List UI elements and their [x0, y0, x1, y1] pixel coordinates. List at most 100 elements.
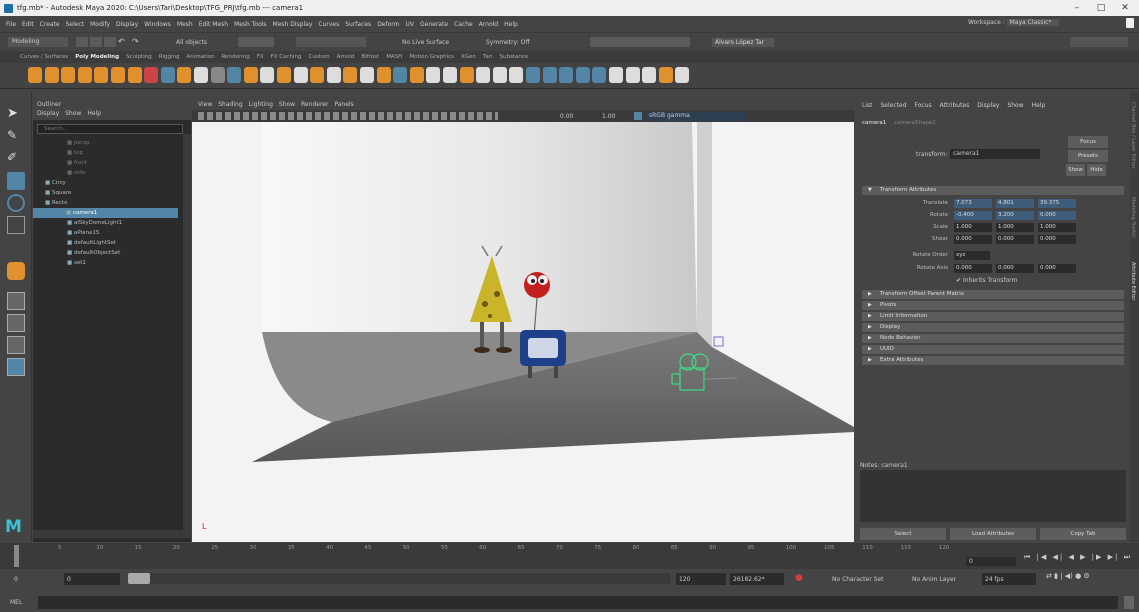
current-frame-marker[interactable]	[14, 545, 19, 567]
section-display[interactable]: Display	[862, 323, 1124, 332]
outliner-item[interactable]: ■ Circy	[45, 178, 66, 188]
menu-display[interactable]: Display	[116, 21, 138, 28]
focus-button[interactable]: Focus	[1068, 136, 1108, 148]
maximize-icon[interactable]: □	[1089, 0, 1113, 16]
shelf-tool-icon[interactable]	[277, 67, 291, 83]
transform-name-field[interactable]: camera1	[950, 149, 1040, 159]
select-by-component-icons[interactable]	[238, 37, 274, 47]
lock-icon[interactable]	[1126, 18, 1134, 28]
shelf-tab-rigging[interactable]: Rigging	[159, 54, 180, 60]
shelf-tab-motion-graphics[interactable]: Motion Graphics	[409, 54, 454, 60]
shelf-tool-icon[interactable]	[360, 67, 374, 83]
copy-tab-button[interactable]: Copy Tab	[1040, 528, 1126, 540]
shelf-tool-icon[interactable]	[144, 67, 159, 83]
four-view-icon[interactable]	[7, 314, 25, 332]
outliner-item[interactable]: ■ defaultObjectSet	[45, 248, 120, 258]
menu-uv[interactable]: UV	[406, 21, 415, 28]
transform-attributes-section[interactable]: Transform Attributes	[862, 186, 1124, 195]
shelf-tool-icon[interactable]	[94, 67, 109, 83]
outliner-scrollbar[interactable]	[183, 134, 191, 538]
selection-mask[interactable]: All objects	[176, 39, 207, 46]
workspace-selector[interactable]: Workspace : Maya Classic*	[968, 19, 1060, 26]
shear-z-field[interactable]: 0.000	[1038, 235, 1076, 244]
shelf-tab-custom[interactable]: Custom	[309, 54, 330, 60]
tab-attribute-editor[interactable]: Attribute Editor	[1130, 262, 1136, 300]
shelf-tool-icon[interactable]	[376, 67, 391, 83]
last-tool-icon[interactable]	[7, 262, 25, 280]
translate-z-field[interactable]: 39.375	[1038, 199, 1076, 208]
panel-menu-shading[interactable]: Shading	[218, 101, 242, 108]
mode-dropdown[interactable]: Modeling	[8, 37, 68, 47]
shelf-tool-icon[interactable]	[658, 67, 673, 83]
user-account[interactable]: Álvaro López Tar	[712, 38, 775, 47]
shelf-tab-arnold[interactable]: Arnold	[337, 54, 355, 60]
translate-y-field[interactable]: 4.801	[996, 199, 1034, 208]
rotate-z-field[interactable]: 0.000	[1038, 211, 1076, 220]
open-scene-icon[interactable]	[90, 37, 102, 47]
attr-menu-focus[interactable]: Focus	[915, 102, 932, 109]
playback-option-icons[interactable]: ⇄ ▮ | ◀) ● ⚙	[1046, 572, 1132, 584]
attr-menu-display[interactable]: Display	[977, 102, 999, 109]
rotate-axis-z-field[interactable]: 0.000	[1038, 264, 1076, 273]
fps-dropdown[interactable]: 24 fps	[982, 573, 1036, 585]
menu-deform[interactable]: Deform	[377, 21, 399, 28]
shelf-tool-icon[interactable]	[77, 67, 92, 83]
shelf-tab-mash[interactable]: MASH	[386, 54, 402, 60]
section-extra-attributes[interactable]: Extra Attributes	[862, 356, 1124, 365]
shelf-tool-icon[interactable]	[642, 67, 657, 83]
move-tool-icon[interactable]	[7, 172, 25, 190]
outliner-item[interactable]: ■ front	[45, 158, 87, 168]
menu-create[interactable]: Create	[40, 21, 60, 28]
outliner-item[interactable]: ■ defaultLightSet	[45, 238, 116, 248]
shelf-tool-icon[interactable]	[127, 67, 142, 83]
outliner-menu-help[interactable]: Help	[87, 109, 101, 118]
section-transform-offset-parent-matrix[interactable]: Transform Offset Parent Matrix	[862, 290, 1124, 299]
render-icons[interactable]	[590, 37, 690, 47]
range-bar[interactable]	[150, 573, 670, 584]
presets-button[interactable]: Presets	[1068, 150, 1108, 162]
menu-mesh[interactable]: Mesh	[177, 21, 193, 28]
outliner-item[interactable]: ■ top	[45, 148, 83, 158]
rotate-x-field[interactable]: -0.400	[954, 211, 992, 220]
persp-outliner-icon[interactable]	[7, 336, 25, 354]
rotate-tool-icon[interactable]	[7, 194, 25, 212]
shelf-tab-bifrost[interactable]: Bifrost	[361, 54, 379, 60]
tab-channel-box[interactable]: Channel Box / Layer Editor	[1130, 102, 1136, 169]
show-button[interactable]: Show	[1066, 164, 1085, 176]
start-time-field[interactable]: 0	[14, 576, 18, 583]
auto-key-icon[interactable]: ●	[795, 573, 805, 584]
menu-edit[interactable]: Edit	[22, 21, 34, 28]
new-scene-icon[interactable]	[76, 37, 88, 47]
panel-menu-renderer[interactable]: Renderer	[301, 101, 328, 108]
shelf-tool-icon[interactable]	[675, 67, 690, 83]
section-limit-information[interactable]: Limit Information	[862, 312, 1124, 321]
panel-menu-lighting[interactable]: Lighting	[249, 101, 273, 108]
panel-menu-show[interactable]: Show	[279, 101, 295, 108]
scale-y-field[interactable]: 1.000	[996, 223, 1034, 232]
shelf-tool-icon[interactable]	[343, 67, 358, 83]
outliner-item[interactable]: ■ side	[45, 168, 85, 178]
shelf-tool-icon[interactable]	[492, 67, 507, 83]
shear-y-field[interactable]: 0.000	[996, 235, 1034, 244]
menu-generate[interactable]: Generate	[420, 21, 448, 28]
attr-menu-list[interactable]: List	[862, 102, 873, 109]
hide-button[interactable]: Hide	[1087, 164, 1106, 176]
panel-toolbar-icons[interactable]	[198, 112, 498, 120]
view-transform-dropdown[interactable]: sRGB gamma	[646, 112, 746, 121]
shelf-tool-icon[interactable]	[609, 67, 623, 83]
notes-field[interactable]	[860, 470, 1126, 522]
script-editor-icon[interactable]	[1124, 596, 1134, 609]
character-set-dropdown[interactable]: No Character Set	[832, 576, 883, 583]
attr-menu-show[interactable]: Show	[1007, 102, 1023, 109]
snap-icons[interactable]	[296, 37, 366, 47]
shelf-tool-icon[interactable]	[310, 67, 325, 83]
select-button[interactable]: Select	[860, 528, 946, 540]
outliner-layout-icon[interactable]	[7, 358, 25, 376]
menu-surfaces[interactable]: Surfaces	[345, 21, 371, 28]
shelf-tool-icon[interactable]	[160, 67, 175, 83]
scale-tool-icon[interactable]	[7, 216, 25, 234]
menu-modify[interactable]: Modify	[90, 21, 110, 28]
section-uuid[interactable]: UUID	[862, 345, 1124, 354]
symmetry-dropdown[interactable]: Symmetry: Off	[486, 39, 529, 46]
shelf-tool-icon[interactable]	[177, 67, 192, 83]
